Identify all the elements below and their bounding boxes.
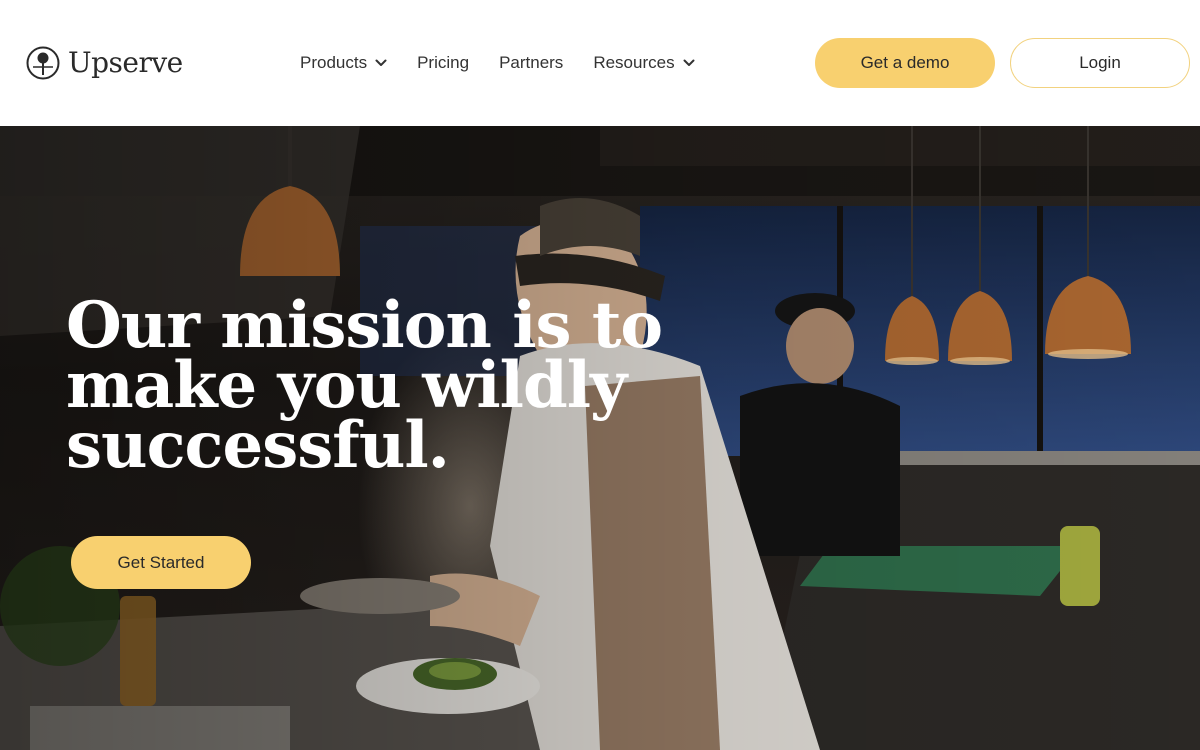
hero-headline: Our mission is to make you wildly succes… — [66, 288, 663, 483]
upserve-pin-icon — [26, 46, 60, 80]
chevron-down-icon — [375, 59, 387, 66]
login-button[interactable]: Login — [1010, 38, 1190, 88]
nav-item-label: Pricing — [417, 53, 470, 72]
brand-name: Upserve — [68, 46, 183, 79]
nav-item-label: Products — [300, 53, 368, 72]
chevron-down-icon — [683, 59, 695, 66]
site-header: Upserve Products Pricing Partners Resour… — [0, 0, 1200, 126]
get-demo-button[interactable]: Get a demo — [815, 38, 995, 88]
nav-item-resources[interactable]: Resources — [593, 53, 695, 73]
nav-item-partners[interactable]: Partners — [499, 53, 563, 73]
nav-item-products[interactable]: Products — [300, 53, 387, 73]
nav-item-label: Partners — [499, 53, 564, 72]
upserve-logo[interactable]: Upserve — [26, 45, 183, 81]
nav-item-label: Resources — [593, 53, 675, 72]
get-started-button[interactable]: Get Started — [71, 536, 251, 589]
hero-section: Our mission is to make you wildly succes… — [0, 126, 1200, 750]
nav-item-pricing[interactable]: Pricing — [417, 53, 469, 73]
main-nav: Products Pricing Partners Resources — [300, 50, 725, 76]
